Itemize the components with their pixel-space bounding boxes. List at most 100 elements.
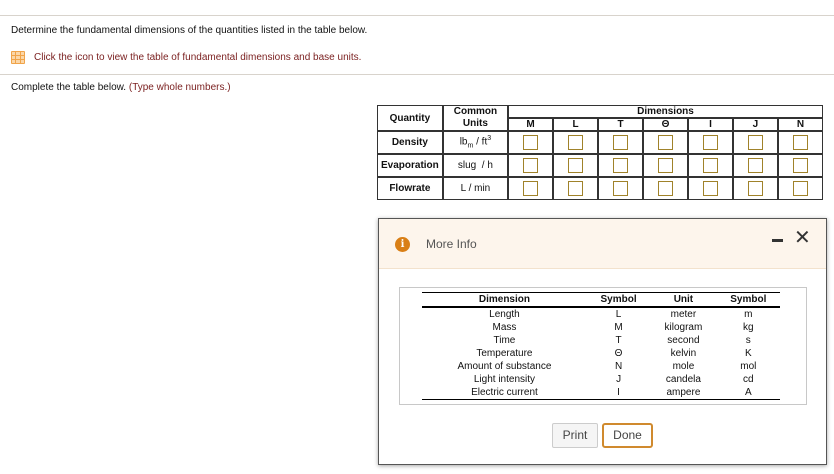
input-cell bbox=[687, 177, 733, 200]
dimension-input-L[interactable] bbox=[568, 158, 584, 173]
ref-row: Amount of substance Nmole mol bbox=[422, 360, 780, 373]
more-info-dialog: i More Info ✕ Dimension Symbol Unit Symbol … bbox=[378, 218, 827, 465]
done-button[interactable]: Done bbox=[602, 423, 653, 448]
input-cell bbox=[508, 177, 554, 200]
ref-cell: cd bbox=[743, 374, 754, 385]
ref-cell: I bbox=[586, 386, 651, 400]
dimension-input-T[interactable] bbox=[613, 181, 628, 196]
ref-cell: A bbox=[716, 386, 780, 400]
dimension-input-I[interactable] bbox=[702, 181, 718, 196]
ref-cell: Θ bbox=[614, 348, 623, 359]
dimension-input-I[interactable] bbox=[702, 158, 718, 173]
dimension-input-N[interactable] bbox=[792, 181, 808, 196]
dimension-input-Θ[interactable] bbox=[657, 181, 673, 196]
ref-cell: Mass bbox=[492, 322, 517, 333]
dim-header-L: L bbox=[553, 118, 599, 131]
dimension-input-M[interactable] bbox=[523, 181, 539, 196]
ref-cell: kilogram bbox=[664, 322, 703, 333]
dialog-header: i More Info ✕ bbox=[379, 219, 826, 269]
quantity-cell: Density bbox=[377, 131, 443, 154]
input-cell bbox=[777, 177, 823, 200]
print-button[interactable]: Print bbox=[552, 423, 598, 448]
dimension-input-Θ[interactable] bbox=[657, 158, 673, 173]
ref-cell: Light intensity bbox=[473, 374, 536, 385]
dialog-title: More Info bbox=[426, 237, 477, 251]
dimension-input-J[interactable] bbox=[747, 181, 763, 196]
table-grid-icon[interactable] bbox=[11, 51, 25, 64]
ref-cell: Amount of substance bbox=[457, 361, 552, 372]
ref-cell: J bbox=[616, 374, 622, 385]
ref-header: Symbol bbox=[586, 292, 651, 308]
dimension-input-J[interactable] bbox=[747, 158, 763, 173]
dimension-input-Θ[interactable] bbox=[657, 135, 673, 150]
dimension-input-I[interactable] bbox=[702, 135, 718, 150]
minimize-icon[interactable] bbox=[772, 239, 783, 242]
input-cell bbox=[553, 131, 599, 154]
input-cell bbox=[508, 131, 554, 154]
whole-numbers-hint: (Type whole numbers.) bbox=[128, 82, 231, 93]
input-cell bbox=[687, 154, 733, 177]
input-cell bbox=[508, 154, 554, 177]
dimension-input-J[interactable] bbox=[747, 135, 763, 150]
ref-row: Time Tsecond s bbox=[422, 334, 780, 347]
dim-header-T: T bbox=[598, 118, 643, 131]
middle-divider bbox=[0, 74, 834, 75]
ref-cell: Time bbox=[493, 335, 516, 346]
ref-cell: M bbox=[614, 322, 623, 333]
quantity-cell: Flowrate bbox=[377, 177, 443, 200]
units-cell: L / min bbox=[442, 177, 509, 200]
reference-table-box: Dimension Symbol Unit Symbol Length Lmeter m M… bbox=[399, 287, 807, 405]
ref-cell: Electric current bbox=[422, 386, 587, 400]
ref-row: Temperature Θkelvin K bbox=[422, 347, 780, 360]
dim-header-Θ: Θ bbox=[643, 118, 688, 131]
ref-cell: Length bbox=[489, 309, 520, 320]
ref-cell: meter bbox=[670, 309, 697, 320]
dimension-input-T[interactable] bbox=[613, 135, 628, 150]
dimension-input-L[interactable] bbox=[568, 181, 584, 196]
ref-cell: kg bbox=[743, 322, 754, 333]
fundamental-dimensions-link[interactable]: Click the icon to view the table of fund… bbox=[34, 52, 361, 63]
ref-row: Length Lmeter m bbox=[422, 307, 780, 321]
ref-cell: mol bbox=[740, 361, 757, 372]
dimensions-header: Dimensions bbox=[508, 105, 823, 118]
ref-cell: mole bbox=[672, 361, 695, 372]
input-cell bbox=[598, 131, 643, 154]
dim-header-M: M bbox=[508, 118, 554, 131]
input-cell bbox=[777, 131, 823, 154]
dim-header-J: J bbox=[732, 118, 778, 131]
input-cell bbox=[732, 154, 778, 177]
table-row: Evaporation slug / h bbox=[377, 154, 823, 177]
dimension-input-L[interactable] bbox=[568, 135, 584, 150]
ref-cell: kelvin bbox=[670, 348, 697, 359]
ref-header: Symbol bbox=[716, 292, 780, 308]
dim-header-N: N bbox=[777, 118, 823, 131]
ref-cell: m bbox=[744, 309, 753, 320]
dimension-input-N[interactable] bbox=[792, 135, 808, 150]
complete-text: Complete the table below. bbox=[11, 82, 127, 93]
ref-header: Unit bbox=[650, 292, 717, 308]
top-divider bbox=[0, 15, 834, 16]
ref-row: Light intensity Jcandela cd bbox=[422, 373, 780, 386]
input-cell bbox=[643, 177, 688, 200]
input-cell bbox=[598, 154, 643, 177]
dimensions-table: Quantity Common Units Dimensions MLTΘIJN … bbox=[377, 105, 823, 200]
ref-cell: candela bbox=[665, 374, 701, 385]
quantity-header: Quantity bbox=[377, 105, 443, 131]
complete-instruction: Complete the table below. (Type whole nu… bbox=[11, 82, 231, 93]
dimension-input-N[interactable] bbox=[792, 158, 808, 173]
close-icon[interactable]: ✕ bbox=[794, 225, 811, 250]
dimension-input-M[interactable] bbox=[523, 135, 539, 150]
input-cell bbox=[553, 154, 599, 177]
ref-cell: K bbox=[744, 348, 752, 359]
ref-cell: L bbox=[615, 309, 622, 320]
dimension-input-T[interactable] bbox=[613, 158, 628, 173]
input-cell bbox=[553, 177, 599, 200]
ref-row: Mass Mkilogram kg bbox=[422, 321, 780, 334]
common-units-header-line1: Common bbox=[453, 106, 498, 117]
dimension-input-M[interactable] bbox=[523, 158, 539, 173]
table-row: Density lbm / ft3 bbox=[377, 131, 823, 154]
reference-table: Dimension Symbol Unit Symbol Length Lmeter m M… bbox=[422, 292, 780, 400]
input-cell bbox=[732, 131, 778, 154]
common-units-header: Common Units bbox=[442, 105, 509, 131]
ref-header: Dimension bbox=[422, 292, 587, 308]
